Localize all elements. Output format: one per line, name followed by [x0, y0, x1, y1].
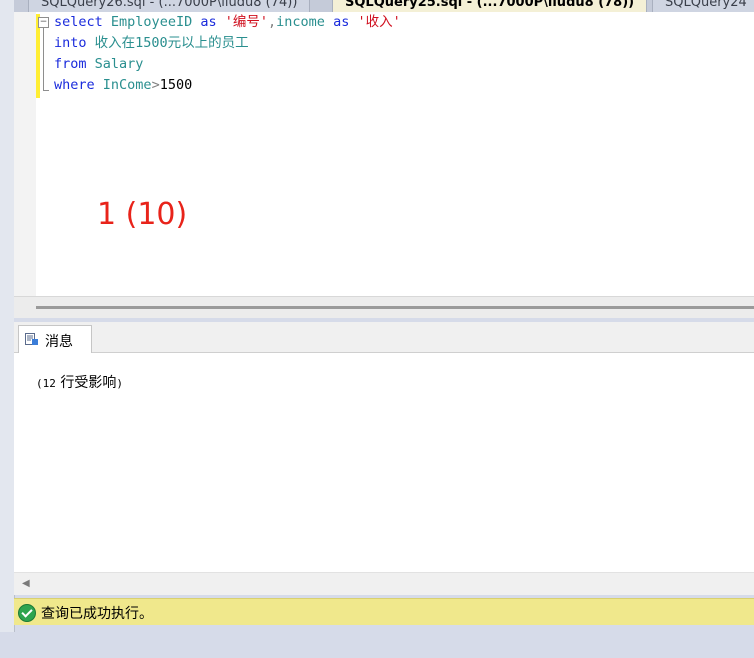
tab-sqlquery24[interactable]: SQLQuery24: [652, 0, 754, 12]
code-line-4: where InCome>1500: [54, 75, 192, 96]
table-salary: Salary: [94, 56, 144, 72]
keyword-where: where: [54, 77, 95, 93]
tab-messages[interactable]: 消息: [18, 325, 92, 353]
red-annotation: 1 (10): [97, 197, 188, 232]
editor-gutter: [14, 12, 36, 306]
alias-string: '编号': [224, 14, 269, 30]
tab-sqlquery26[interactable]: SQLQuery26.sql - (...7000P\liudu8 (74)): [28, 0, 311, 12]
status-text: 查询已成功执行。: [41, 606, 153, 622]
value-1500: 1500: [159, 77, 193, 93]
keyword-as: as: [333, 14, 350, 30]
query-status-bar: 查询已成功执行。: [14, 598, 754, 625]
results-pane: 消息 (12 行受影响) ◀: [14, 322, 754, 595]
alias-string: '收入': [357, 14, 401, 30]
tab-messages-label: 消息: [45, 334, 73, 350]
left-rail: [0, 0, 15, 632]
keyword-into: into: [54, 35, 87, 51]
operator-gt: >: [151, 77, 160, 93]
message-prefix: (12: [36, 377, 56, 390]
keyword-as: as: [200, 14, 217, 30]
message-text: (12 行受影响): [36, 372, 123, 392]
bottom-band: [0, 632, 754, 658]
keyword-select: select: [54, 14, 103, 30]
fold-guide-end: [43, 90, 49, 91]
collapse-icon[interactable]: −: [38, 17, 49, 28]
tab-sqlquery25[interactable]: SQLQuery25.sql - (...7000P\liudu8 (78)): [332, 0, 648, 12]
column-income: income: [276, 14, 325, 30]
target-table: 收入在1500元以上的员工: [94, 35, 249, 51]
editor-horizontal-scrollbar[interactable]: [14, 296, 754, 319]
success-check-icon: [18, 604, 36, 622]
keyword-from: from: [54, 56, 87, 72]
scroll-left-icon[interactable]: ◀: [22, 578, 30, 589]
message-suffix: ): [116, 377, 123, 390]
results-horizontal-scrollbar[interactable]: ◀: [14, 572, 754, 595]
fold-guide: [43, 28, 44, 91]
query-editor[interactable]: − select EmployeeID as '编号',income as '收…: [14, 12, 754, 306]
comma: ,: [268, 14, 277, 30]
scrollbar-thumb[interactable]: [36, 306, 754, 309]
code-line-2: into 收入在1500元以上的员工: [54, 33, 249, 54]
document-tabbar: SQLQuery26.sql - (...7000P\liudu8 (74)) …: [14, 0, 754, 12]
column-income-where: InCome: [102, 77, 152, 93]
results-tabstrip: 消息: [14, 322, 754, 353]
code-line-3: from Salary: [54, 54, 143, 75]
message-body: 行受影响: [55, 375, 117, 391]
column-employeeid: EmployeeID: [110, 14, 193, 30]
messages-icon: [25, 333, 38, 345]
code-line-1: select EmployeeID as '编号',income as '收入': [54, 12, 401, 33]
